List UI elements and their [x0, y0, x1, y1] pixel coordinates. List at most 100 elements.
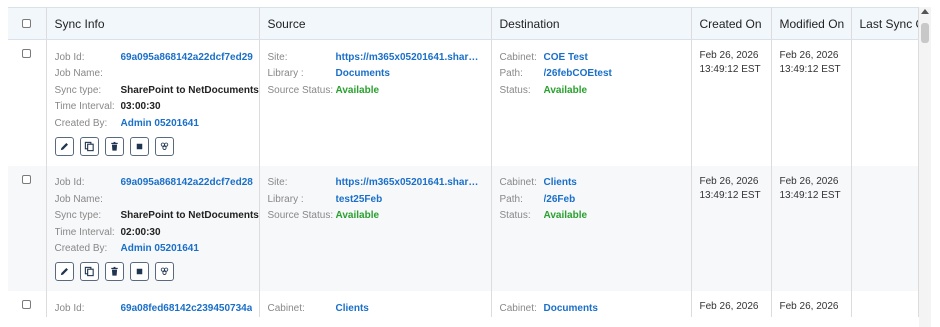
stop-icon	[136, 268, 142, 275]
last-sync-on-cell	[851, 39, 919, 166]
copy-icon	[84, 141, 94, 151]
delete-icon	[110, 141, 118, 151]
created-by-label: Created By:	[54, 243, 108, 255]
sync-jobs-table: Sync Info Source Destination Created On …	[8, 7, 919, 317]
source-status-label: Source Status:	[267, 84, 334, 96]
sync-type-label: Sync type:	[54, 210, 102, 222]
delete-button[interactable]	[104, 136, 124, 156]
modified-date: Feb 26, 2026	[779, 175, 839, 187]
table-row: Job Id: 69a095a868142a22dcf7ed28 Job Name…	[8, 165, 919, 291]
row-checkbox[interactable]	[22, 300, 32, 309]
status-value: Available	[543, 84, 588, 96]
row-checkbox[interactable]	[22, 49, 32, 58]
library-label: Library :	[267, 68, 304, 80]
stop-button[interactable]	[129, 136, 149, 156]
created-on-cell: Feb 26, 2026 13:49:12 EST	[691, 39, 772, 166]
modified-time: 13:49:12 EST	[779, 64, 841, 75]
select-all-checkbox[interactable]	[22, 18, 32, 28]
job-id-link[interactable]: 69a095a868142a22dcf7ed29	[121, 52, 253, 63]
time-interval-value: 02:00:30	[120, 226, 161, 238]
cabinet-label: Cabinet:	[499, 51, 537, 63]
header-last-sync-on[interactable]: Last Sync On	[851, 7, 919, 40]
created-time: 13:49:12 EST	[699, 64, 761, 75]
last-sync-on-cell	[851, 165, 919, 291]
library-link[interactable]: test25Feb	[336, 194, 481, 205]
destination-cell: Cabinet: Clients Path: /26Feb Status: Avail…	[491, 165, 692, 291]
site-label: Site:	[267, 51, 288, 63]
path-label: Path:	[499, 193, 523, 205]
row-select-cell	[8, 291, 47, 317]
created-on-cell: Feb 26, 2026	[691, 291, 772, 317]
source-status-value: Available	[335, 84, 380, 96]
select-all-cell	[8, 7, 47, 40]
path-link[interactable]: /26Feb	[544, 194, 576, 205]
created-date: Feb 26, 2026	[699, 301, 759, 312]
scrollbar-thumb[interactable]	[921, 23, 929, 43]
created-date: Feb 26, 2026	[699, 50, 759, 61]
destination-cell: Cabinet: COE Test Path: /26febCOEtest Stat…	[491, 39, 692, 166]
cabinet-label: Cabinet:	[267, 302, 305, 314]
modified-date: Feb 26, 2026	[779, 301, 839, 312]
vertical-scrollbar[interactable]	[919, 7, 931, 327]
modified-on-cell: Feb 26, 2026	[771, 291, 852, 317]
created-by-value: Admin 05201641	[120, 243, 199, 255]
delete-icon	[110, 266, 118, 276]
edit-icon	[60, 142, 68, 150]
stop-button[interactable]	[129, 262, 149, 281]
copy-icon	[84, 266, 94, 277]
users-button[interactable]	[154, 136, 174, 156]
source-status-value: Available	[335, 210, 380, 222]
cabinet-link[interactable]: Clients	[544, 177, 577, 188]
scroll-up-icon[interactable]	[921, 9, 929, 14]
job-id-link[interactable]: 69a08fed68142c239450734a	[121, 303, 253, 314]
header-modified-on[interactable]: Modified On	[771, 7, 852, 40]
site-label: Site:	[267, 177, 288, 189]
job-id-link[interactable]: 69a095a868142a22dcf7ed28	[121, 177, 253, 188]
modified-on-cell: Feb 26, 2026 13:49:12 EST	[771, 165, 852, 291]
cabinet-link[interactable]: COE Test	[544, 52, 588, 63]
source-status-label: Source Status:	[267, 210, 334, 222]
row-actions	[54, 136, 259, 156]
row-select-cell	[8, 165, 47, 291]
row-checkbox[interactable]	[22, 174, 32, 184]
stop-icon	[136, 143, 142, 149]
copy-button[interactable]	[79, 136, 99, 156]
modified-on-cell: Feb 26, 2026 13:49:12 EST	[771, 39, 852, 166]
site-link[interactable]: https://m365x05201641.sharepoint.com	[336, 52, 481, 63]
copy-button[interactable]	[79, 262, 99, 281]
status-label: Status:	[499, 84, 531, 96]
library-link[interactable]: Documents	[336, 68, 481, 79]
row-actions	[54, 262, 259, 281]
row-select-cell	[8, 39, 47, 166]
created-on-cell: Feb 26, 2026 13:49:12 EST	[691, 165, 772, 291]
sync-type-value: SharePoint to NetDocuments	[120, 84, 259, 96]
job-name-label: Job Name:	[54, 68, 103, 80]
destination-cell: Cabinet: Documents	[491, 291, 692, 317]
last-sync-on-cell	[851, 291, 919, 317]
modified-date: Feb 26, 2026	[779, 50, 839, 61]
edit-button[interactable]	[54, 136, 74, 156]
job-id-label: Job Id:	[54, 302, 85, 314]
header-created-on[interactable]: Created On	[691, 7, 772, 40]
cabinet-link[interactable]: Clients	[336, 303, 481, 314]
source-cell: Site: https://m365x05201641.sharepoint.co…	[259, 39, 492, 166]
table-header-row: Sync Info Source Destination Created On …	[8, 7, 919, 40]
source-cell: Cabinet: Clients	[259, 291, 492, 317]
site-link[interactable]: https://m365x05201641.sharepoint.com	[336, 177, 481, 188]
time-interval-label: Time Interval:	[54, 226, 115, 238]
edit-button[interactable]	[54, 262, 74, 281]
sync-type-value: SharePoint to NetDocuments	[120, 210, 259, 222]
delete-button[interactable]	[104, 262, 124, 281]
sync-info-cell: Job Id: 69a08fed68142c239450734a	[46, 291, 260, 317]
job-name-label: Job Name:	[54, 193, 103, 205]
cabinet-link[interactable]: Documents	[544, 303, 598, 314]
time-interval-label: Time Interval:	[54, 101, 115, 113]
header-source[interactable]: Source	[259, 7, 492, 40]
created-by-label: Created By:	[54, 117, 108, 129]
sync-info-cell: Job Id: 69a095a868142a22dcf7ed29 Job Name…	[46, 39, 260, 166]
users-button[interactable]	[154, 262, 174, 281]
header-destination[interactable]: Destination	[491, 7, 692, 40]
created-by-value: Admin 05201641	[120, 117, 199, 129]
header-sync-info[interactable]: Sync Info	[46, 7, 260, 40]
path-link[interactable]: /26febCOEtest	[544, 68, 612, 79]
